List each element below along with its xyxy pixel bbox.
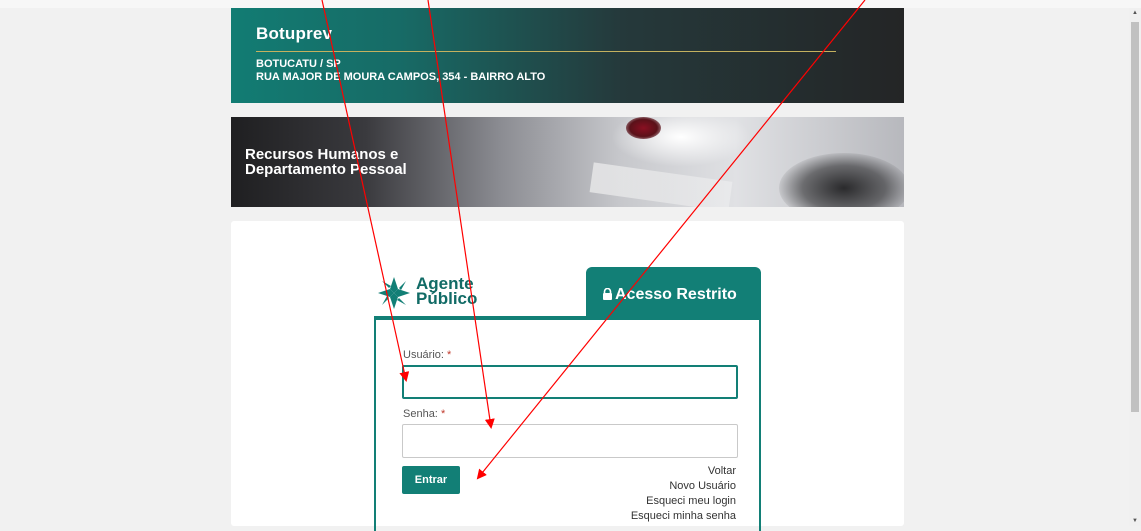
site-title: Botuprev xyxy=(256,24,333,43)
logo-text-line2: Público xyxy=(416,289,478,308)
entrar-button[interactable]: Entrar xyxy=(402,466,460,494)
page-scrollbar[interactable]: ▲ ▼ xyxy=(1129,8,1141,526)
lock-icon xyxy=(602,287,613,305)
banner-title: Recursos Humanos e Departamento Pessoal xyxy=(245,147,407,177)
username-label-text: Usuário: xyxy=(403,349,444,361)
password-label-text: Senha: xyxy=(403,408,438,420)
esqueci-senha-link[interactable]: Esqueci minha senha xyxy=(631,509,736,524)
logo-emblem-icon xyxy=(378,277,410,309)
password-label: Senha: * xyxy=(403,408,445,420)
header-divider xyxy=(256,51,836,52)
auth-links: Voltar Novo Usuário Esqueci meu login Es… xyxy=(631,464,736,524)
novo-usuario-link[interactable]: Novo Usuário xyxy=(631,479,736,494)
tab-acesso-restrito[interactable]: Acesso Restrito xyxy=(586,267,761,319)
tab-label: Acesso Restrito xyxy=(615,286,737,303)
scrollbar-thumb[interactable] xyxy=(1131,22,1139,412)
required-marker: * xyxy=(447,349,452,361)
scroll-down-arrow-icon[interactable]: ▼ xyxy=(1132,518,1138,524)
required-marker: * xyxy=(440,408,446,420)
login-form: Usuário: * Senha: * Entrar Voltar Novo U… xyxy=(374,316,761,531)
header-address: RUA MAJOR DE MOURA CAMPOS, 354 - BAIRRO … xyxy=(256,71,546,83)
username-label: Usuário: * xyxy=(403,349,451,361)
username-input[interactable] xyxy=(402,365,738,399)
top-strip xyxy=(0,0,1141,8)
scroll-up-arrow-icon[interactable]: ▲ xyxy=(1132,10,1138,16)
header-banner: Botuprev BOTUCATU / SP RUA MAJOR DE MOUR… xyxy=(231,8,904,103)
login-card: Agente Público Acesso Restrito Usuário: … xyxy=(231,221,904,531)
header-city: BOTUCATU / SP xyxy=(256,58,341,70)
voltar-link[interactable]: Voltar xyxy=(631,464,736,479)
esqueci-login-link[interactable]: Esqueci meu login xyxy=(631,494,736,509)
section-banner: Recursos Humanos e Departamento Pessoal xyxy=(231,117,904,207)
banner-photo-paper xyxy=(589,162,733,207)
banner-photo-flower xyxy=(626,117,661,139)
banner-title-line1: Recursos Humanos e xyxy=(245,146,399,163)
password-input[interactable] xyxy=(402,424,738,458)
banner-title-line2: Departamento Pessoal xyxy=(245,161,407,178)
agente-publico-logo: Agente Público xyxy=(376,273,496,313)
banner-photo-shadow xyxy=(779,153,904,207)
